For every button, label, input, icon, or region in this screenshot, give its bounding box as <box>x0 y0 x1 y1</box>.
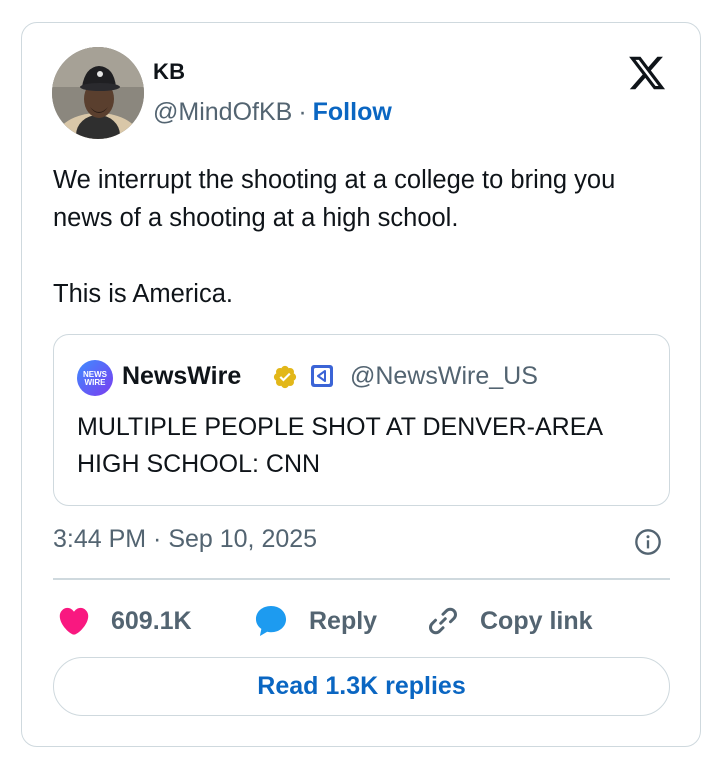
link-icon <box>429 607 457 635</box>
verified-badge-icon <box>273 365 297 389</box>
copy-link-button[interactable]: Copy link <box>425 601 593 641</box>
like-button[interactable]: 609.1K <box>57 601 192 641</box>
avatar-image <box>52 47 144 139</box>
tweet-timestamp[interactable]: 3:44 PM · Sep 10, 2025 <box>53 525 317 554</box>
heart-icon <box>59 607 89 635</box>
newswire-logo: NEWS WIRE <box>77 360 113 396</box>
divider <box>53 578 670 580</box>
quoted-author-name: NewsWire <box>122 362 242 390</box>
read-replies-button[interactable]: Read 1.3K replies <box>53 657 670 716</box>
info-icon[interactable] <box>634 528 662 556</box>
tweet-text: We interrupt the shooting at a college t… <box>53 166 616 308</box>
author-handle[interactable]: @MindOfKB <box>153 98 292 126</box>
author-name[interactable]: KB <box>153 59 185 85</box>
follow-button[interactable]: Follow <box>313 98 392 126</box>
newswire-logo-text-bottom: WIRE <box>85 378 107 387</box>
x-logo-icon[interactable] <box>627 53 667 93</box>
quoted-tweet-text: MULTIPLE PEOPLE SHOT AT DENVER-AREA HIGH… <box>77 413 602 478</box>
quoted-author-handle: @NewsWire_US <box>350 362 538 390</box>
reply-button[interactable]: Reply <box>252 601 377 641</box>
reply-label: Reply <box>309 606 378 635</box>
tweet-card: KB @MindOfKB · Follow We interrupt the sho… <box>21 22 701 747</box>
copy-link-label: Copy link <box>480 606 593 635</box>
handle-separator: · <box>298 98 307 126</box>
quoted-tweet[interactable]: NEWS WIRE NewsWire @NewsWire_US MULTIPLE… <box>53 334 670 506</box>
affiliate-badge-icon <box>311 365 333 387</box>
like-count: 609.1K <box>111 606 192 635</box>
author-avatar[interactable] <box>52 47 144 139</box>
speech-bubble-icon <box>255 605 287 637</box>
author-handle-row: @MindOfKB · Follow <box>153 98 392 127</box>
